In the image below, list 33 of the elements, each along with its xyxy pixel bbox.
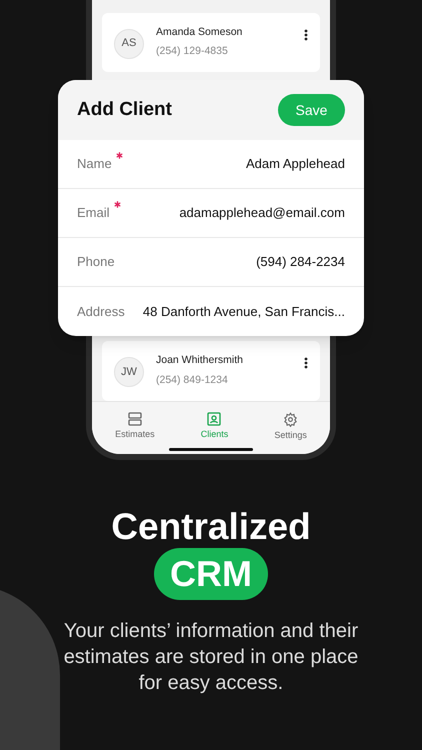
asterisk-icon <box>114 201 121 208</box>
stack-icon <box>128 412 142 426</box>
headline: Centralized <box>111 507 311 547</box>
form-row[interactable]: Phone (594) 284-2234 <box>58 238 364 287</box>
field-label: Name <box>77 155 112 174</box>
avatar: AS <box>114 28 144 58</box>
description: Your clients’ information and their estimates are stored in one place for easy access. <box>62 619 360 696</box>
client-card[interactable]: AS Amanda Someson (254) 129-4835 <box>102 12 320 72</box>
form-row[interactable]: Email adamapplehead@email.com <box>58 189 364 238</box>
client-phone: (254) 129-4835 <box>156 44 229 60</box>
tab[interactable]: Settings <box>274 412 307 442</box>
asterisk-icon <box>116 152 123 160</box>
field-value: adamapplehead@email.com <box>179 204 345 222</box>
client-phone: (254) 849-1234 <box>156 372 229 388</box>
field-value: 48 Danforth Avenue, San Francis... <box>142 302 345 321</box>
client-name: Joan Whithersmith <box>156 353 244 368</box>
field-value: (594) 284-2234 <box>256 253 345 272</box>
form-row[interactable]: Address 48 Danforth Avenue, San Francis... <box>58 287 364 336</box>
form-row[interactable]: Name Adam Applehead <box>58 140 364 189</box>
more-icon[interactable] <box>304 357 308 369</box>
field-label: Email <box>77 204 110 222</box>
settings-icon <box>283 412 298 426</box>
tab[interactable]: Estimates <box>115 412 155 442</box>
highlight-pill: CRM <box>154 548 268 600</box>
field-label: Phone <box>77 253 115 272</box>
client-card[interactable]: JW Joan Whithersmith (254) 849-1234 <box>102 341 320 400</box>
contact-icon <box>207 412 222 426</box>
more-icon[interactable] <box>304 28 308 40</box>
field-label: Address <box>77 302 125 321</box>
client-name: Amanda Someson <box>156 24 244 40</box>
dialog-title: Add Client <box>77 98 172 122</box>
avatar: JW <box>114 357 144 387</box>
field-value: Adam Applehead <box>246 155 345 174</box>
